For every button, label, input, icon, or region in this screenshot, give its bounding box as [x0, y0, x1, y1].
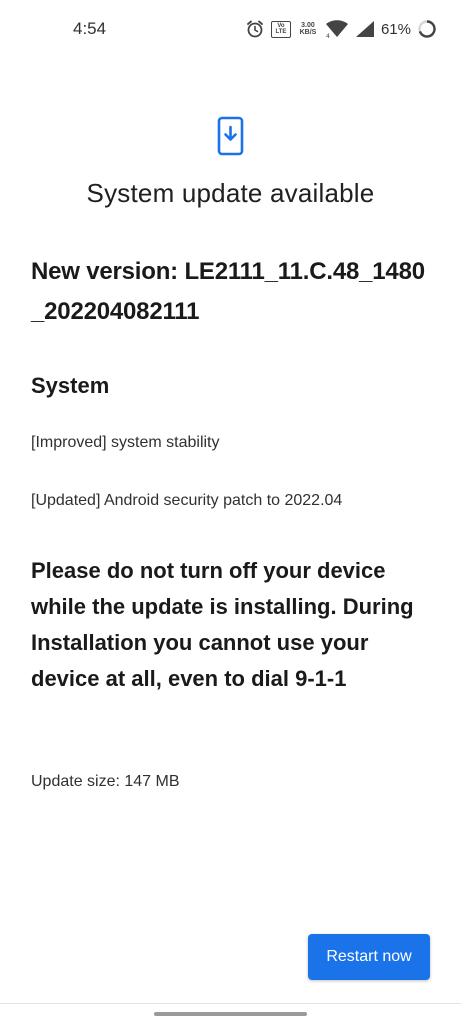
phone-download-icon — [217, 116, 244, 156]
network-type-label: 4 — [326, 33, 330, 39]
wifi-icon: 4 — [325, 20, 348, 39]
status-bar: 4:54 Vo LTE 3.00 KB/S 4 61% — [0, 0, 461, 60]
release-note: [Updated] Android security patch to 2022… — [31, 492, 343, 509]
status-icons: Vo LTE 3.00 KB/S 4 61% — [239, 17, 437, 41]
page-title: System update available — [86, 178, 375, 208]
network-speed-value: 3.00 — [301, 22, 315, 29]
battery-percent: 61% — [380, 20, 411, 38]
volte-icon: Vo LTE — [270, 20, 291, 38]
network-speed: 3.00 KB/S — [297, 22, 319, 36]
update-details: New version: LE2111_11.C.48_1480_2022040… — [31, 252, 436, 697]
status-time: 4:54 — [73, 19, 107, 38]
version-title: New version: LE2111_11.C.48_1480_2022040… — [31, 258, 425, 325]
divider — [0, 1003, 461, 1004]
system-update-screen: 4:54 Vo LTE 3.00 KB/S 4 61% System updat… — [0, 0, 461, 1024]
gesture-navigation-bar[interactable] — [154, 1012, 307, 1016]
section-title: System — [31, 373, 110, 398]
update-size: Update size: 147 MB — [31, 773, 180, 790]
battery-icon — [418, 20, 436, 38]
release-note: [Improved] system stability — [31, 434, 220, 451]
install-warning: Please do not turn off your device while… — [31, 558, 414, 691]
network-speed-unit: KB/S — [299, 29, 317, 36]
alarm-icon — [247, 20, 263, 38]
restart-now-button[interactable]: Restart now — [308, 934, 430, 980]
signal-icon — [355, 21, 374, 37]
